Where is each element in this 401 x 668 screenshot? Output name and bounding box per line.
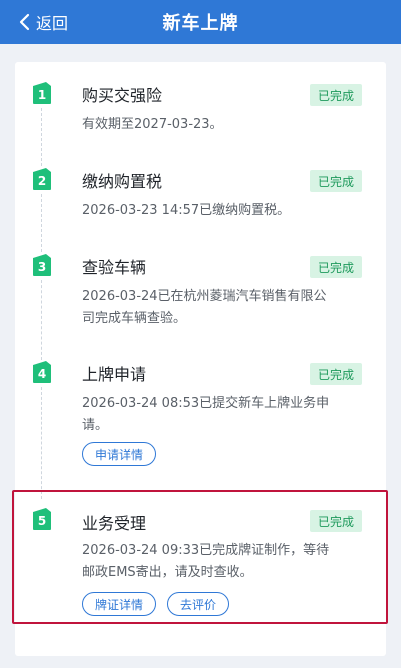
status-badge: 已完成 [310, 256, 362, 278]
step-number-badge: 1 [33, 82, 51, 104]
description-line: 司完成车辆查验。 [82, 311, 187, 326]
step-number-badge: 2 [33, 168, 51, 190]
highlight-frame [12, 490, 388, 624]
description-line: 2026-03-24 08:53已提交新车上牌业务申 [82, 396, 330, 411]
timeline-connector [41, 194, 42, 252]
step-number-badge: 4 [33, 361, 51, 383]
step-description: 2026-03-24已在杭州菱瑞汽车销售有限公 司完成车辆查验。 [82, 286, 372, 330]
top-navigation-bar: 返回 新车上牌 [0, 0, 401, 44]
status-badge: 已完成 [310, 84, 362, 106]
step-title: 缴纳购置税 [82, 172, 163, 191]
application-details-button[interactable]: 申请详情 [82, 442, 157, 466]
page-title: 新车上牌 [162, 13, 239, 34]
timeline-connector [41, 108, 42, 166]
step-title: 上牌申请 [82, 365, 147, 384]
step-description: 有效期至2027-03-23。 [82, 117, 223, 132]
step-description: 2026-03-24 08:53已提交新车上牌业务申 请。 [82, 393, 372, 437]
step-number-badge: 3 [33, 254, 51, 276]
step-title: 查验车辆 [82, 258, 147, 277]
step-title: 购买交强险 [82, 86, 163, 105]
timeline-connector [41, 280, 42, 360]
status-badge: 已完成 [310, 170, 362, 192]
status-badge: 已完成 [310, 363, 362, 385]
description-line: 请。 [82, 418, 109, 433]
step-description: 2026-03-23 14:57已缴纳购置税。 [82, 203, 291, 218]
description-line: 2026-03-24已在杭州菱瑞汽车销售有限公 [82, 289, 327, 304]
timeline-connector [41, 387, 42, 499]
